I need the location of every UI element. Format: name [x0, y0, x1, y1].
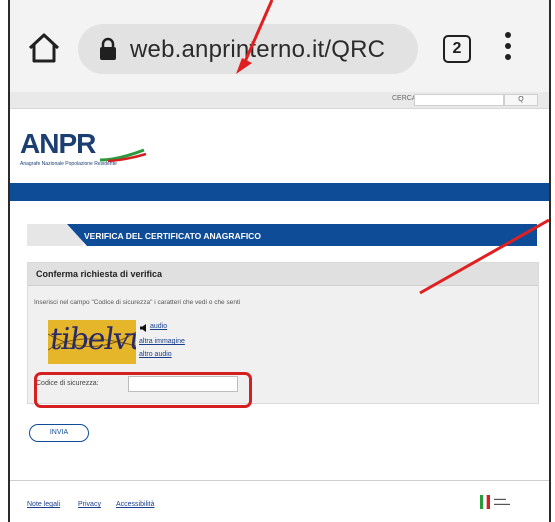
- search-label: CERCA: [392, 95, 417, 102]
- speaker-icon[interactable]: [139, 323, 149, 333]
- other-image-link[interactable]: altra immagine: [139, 338, 185, 345]
- ministry-mark: ▬▬▬ ▬▬▬▬: [494, 496, 510, 506]
- main-navigation-bar: [10, 183, 549, 201]
- privacy-link[interactable]: Privacy: [78, 501, 101, 508]
- overflow-menu-icon[interactable]: [502, 32, 514, 66]
- anpr-logo[interactable]: ANPR Anagrafe Nazionale Popolazione Resi…: [20, 130, 147, 167]
- panel-title: Conferma richiesta di verifica: [36, 269, 163, 279]
- audio-link[interactable]: audio: [150, 323, 167, 330]
- browser-toolbar: web.anprinterno.it/QRC 2: [10, 0, 549, 92]
- search-button[interactable]: Q: [504, 94, 538, 106]
- ministry-logo: ▬▬▬ ▬▬▬▬: [480, 494, 540, 512]
- home-icon[interactable]: [26, 30, 62, 66]
- captcha-text: tibelvu: [48, 322, 136, 357]
- captcha-image: tibelvu: [48, 320, 136, 364]
- legal-notes-link[interactable]: Note legali: [27, 501, 60, 508]
- lock-icon: [100, 37, 116, 60]
- accessibility-link[interactable]: Accessibilità: [116, 501, 155, 508]
- tab-switcher-button[interactable]: 2: [443, 35, 471, 63]
- search-input[interactable]: [414, 94, 504, 106]
- section-title: VERIFICA DEL CERTIFICATO ANAGRAFICO: [84, 231, 261, 241]
- other-audio-link[interactable]: altro audio: [139, 351, 172, 358]
- panel-header: Conferma richiesta di verifica: [28, 263, 538, 286]
- address-bar[interactable]: web.anprinterno.it/QRC: [78, 24, 418, 74]
- site-search-bar: CERCA Q: [10, 92, 549, 109]
- submit-button[interactable]: INVIA: [29, 424, 89, 442]
- logo-swoosh-icon: [99, 148, 147, 162]
- phone-screen: web.anprinterno.it/QRC 2 CERCA Q ANPR An…: [8, 0, 551, 522]
- instructions-text: Inserisci nel campo "Codice di sicurezza…: [34, 299, 241, 306]
- flag-icon: [480, 495, 490, 509]
- highlight-box: [34, 372, 252, 408]
- footer-divider: [10, 480, 549, 481]
- url-text: web.anprinterno.it/QRC: [130, 36, 386, 63]
